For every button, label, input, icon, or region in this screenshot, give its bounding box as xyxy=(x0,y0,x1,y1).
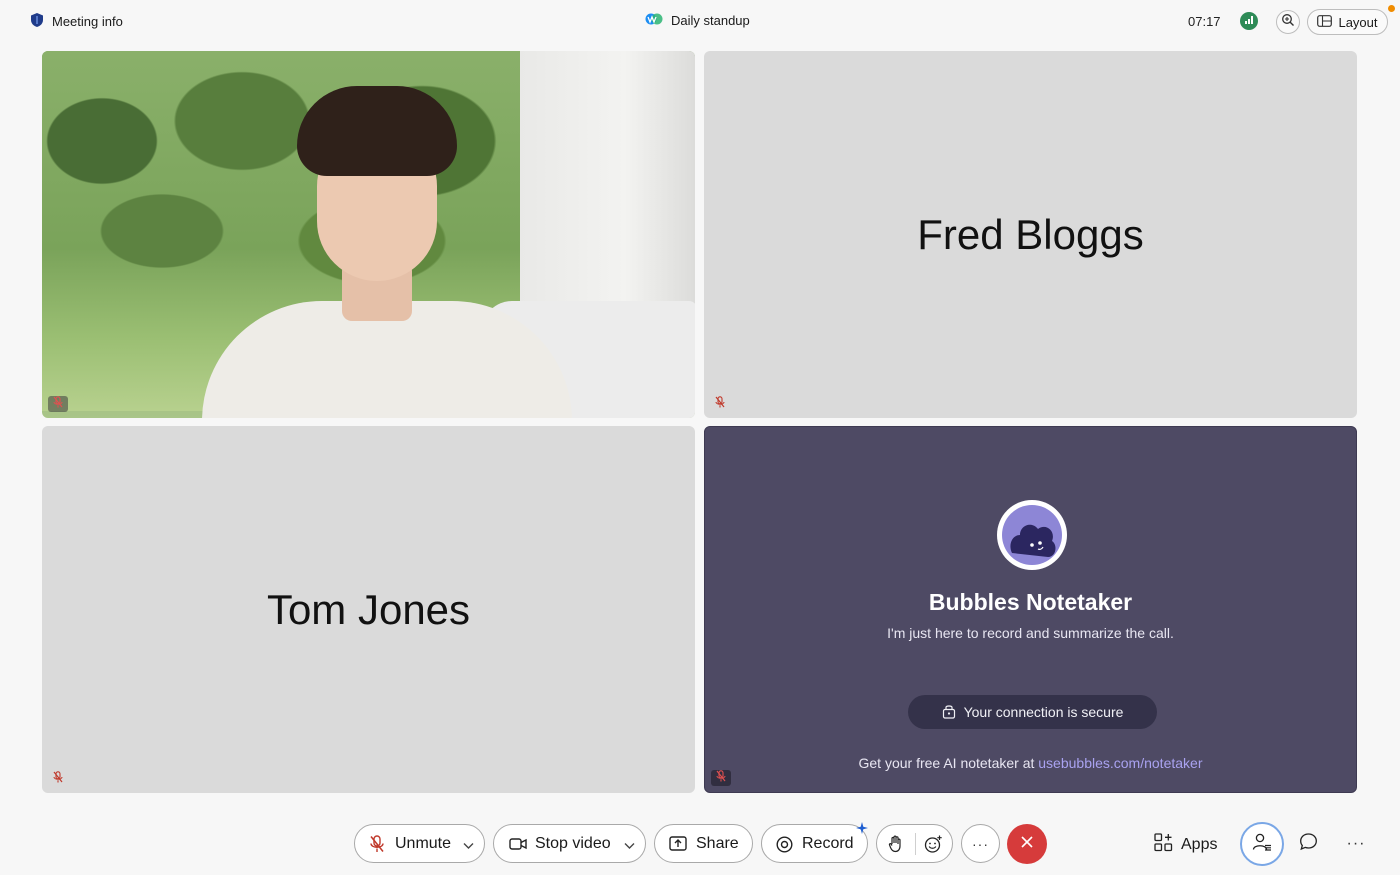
mic-muted-icon xyxy=(716,769,726,787)
mic-muted-icon xyxy=(715,395,725,413)
webex-icon xyxy=(645,12,663,29)
notification-dot xyxy=(1388,5,1395,12)
meeting-clock: 07:17 xyxy=(1188,14,1221,29)
reactions-icon[interactable] xyxy=(924,835,943,859)
layout-icon xyxy=(1317,14,1333,30)
mute-indicator xyxy=(48,771,68,787)
participant-tile-tom[interactable]: Tom Jones xyxy=(42,426,695,793)
chat-button[interactable] xyxy=(1297,833,1319,855)
mic-muted-icon xyxy=(53,395,63,413)
stop-video-button[interactable]: Stop video xyxy=(493,824,646,863)
mute-indicator xyxy=(710,396,730,412)
unmute-button[interactable]: Unmute xyxy=(354,824,485,863)
bot-title: Bubbles Notetaker xyxy=(928,589,1133,615)
zoom-button[interactable] xyxy=(1276,10,1300,34)
divider xyxy=(915,833,916,855)
zoom-icon xyxy=(1281,13,1295,32)
participants-button[interactable] xyxy=(1240,822,1284,866)
meeting-info-button[interactable]: Meeting info xyxy=(30,12,123,31)
layout-button[interactable]: Layout xyxy=(1307,9,1388,35)
meeting-title: Daily standup xyxy=(645,12,750,29)
top-bar: Meeting info Daily standup 07:17 Layout xyxy=(0,0,1400,44)
more-icon: ··· xyxy=(1346,835,1366,852)
stats-button[interactable] xyxy=(1240,12,1258,30)
bot-footer: Get your free AI notetaker at usebubbles… xyxy=(705,755,1356,771)
secure-connection-badge: Your connection is secure xyxy=(908,695,1157,729)
mic-muted-icon xyxy=(53,770,63,788)
layout-label: Layout xyxy=(1338,14,1378,30)
apps-label: Apps xyxy=(1181,836,1218,853)
more-options-button[interactable]: ··· xyxy=(961,824,1000,863)
person-hair xyxy=(297,86,457,176)
chevron-down-icon[interactable] xyxy=(624,837,635,855)
bot-footer-text: Get your free AI notetaker at xyxy=(858,755,1039,771)
meeting-info-label: Meeting info xyxy=(52,14,123,29)
apps-button[interactable]: Apps xyxy=(1154,833,1217,857)
secure-label: Your connection is secure xyxy=(963,704,1124,720)
mic-muted-icon xyxy=(369,835,385,858)
shield-icon xyxy=(30,12,44,31)
sparkle-icon xyxy=(856,821,868,839)
video-feed xyxy=(42,51,695,418)
participant-tile-fred[interactable]: Fred Bloggs xyxy=(704,51,1357,418)
bot-avatar xyxy=(997,500,1067,570)
share-label: Share xyxy=(696,835,739,852)
chat-icon xyxy=(1299,832,1318,856)
raise-hand-icon[interactable] xyxy=(888,835,904,858)
share-button[interactable]: Share xyxy=(654,824,753,863)
video-tile-self[interactable] xyxy=(42,51,695,418)
share-icon xyxy=(669,836,687,857)
unmute-label: Unmute xyxy=(395,835,452,852)
bubbles-logo-icon xyxy=(1010,524,1056,557)
stats-icon xyxy=(1244,12,1254,30)
meeting-title-label: Daily standup xyxy=(671,13,750,28)
bot-footer-link[interactable]: usebubbles.com/notetaker xyxy=(1038,755,1202,771)
hand-reactions-group xyxy=(876,824,953,863)
lock-icon xyxy=(942,703,956,722)
record-label: Record xyxy=(802,835,854,852)
record-button[interactable]: Record xyxy=(761,821,868,863)
end-call-button[interactable] xyxy=(1007,824,1047,864)
record-icon xyxy=(776,836,793,858)
stop-video-label: Stop video xyxy=(535,835,611,852)
participants-icon xyxy=(1252,832,1272,857)
close-icon xyxy=(1020,835,1034,854)
mute-indicator xyxy=(48,396,68,412)
participant-tile-bubbles[interactable]: Bubbles Notetaker I'm just here to recor… xyxy=(704,426,1357,793)
more-icon: ··· xyxy=(972,835,989,852)
bot-subtitle: I'm just here to record and summarize th… xyxy=(887,625,1174,641)
participant-name: Fred Bloggs xyxy=(917,210,1144,258)
participant-name: Tom Jones xyxy=(266,585,471,633)
apps-icon xyxy=(1154,833,1173,857)
camera-icon xyxy=(509,837,527,856)
more-panel-button[interactable]: ··· xyxy=(1345,833,1367,855)
mute-indicator xyxy=(711,770,731,786)
chevron-down-icon[interactable] xyxy=(463,837,474,855)
